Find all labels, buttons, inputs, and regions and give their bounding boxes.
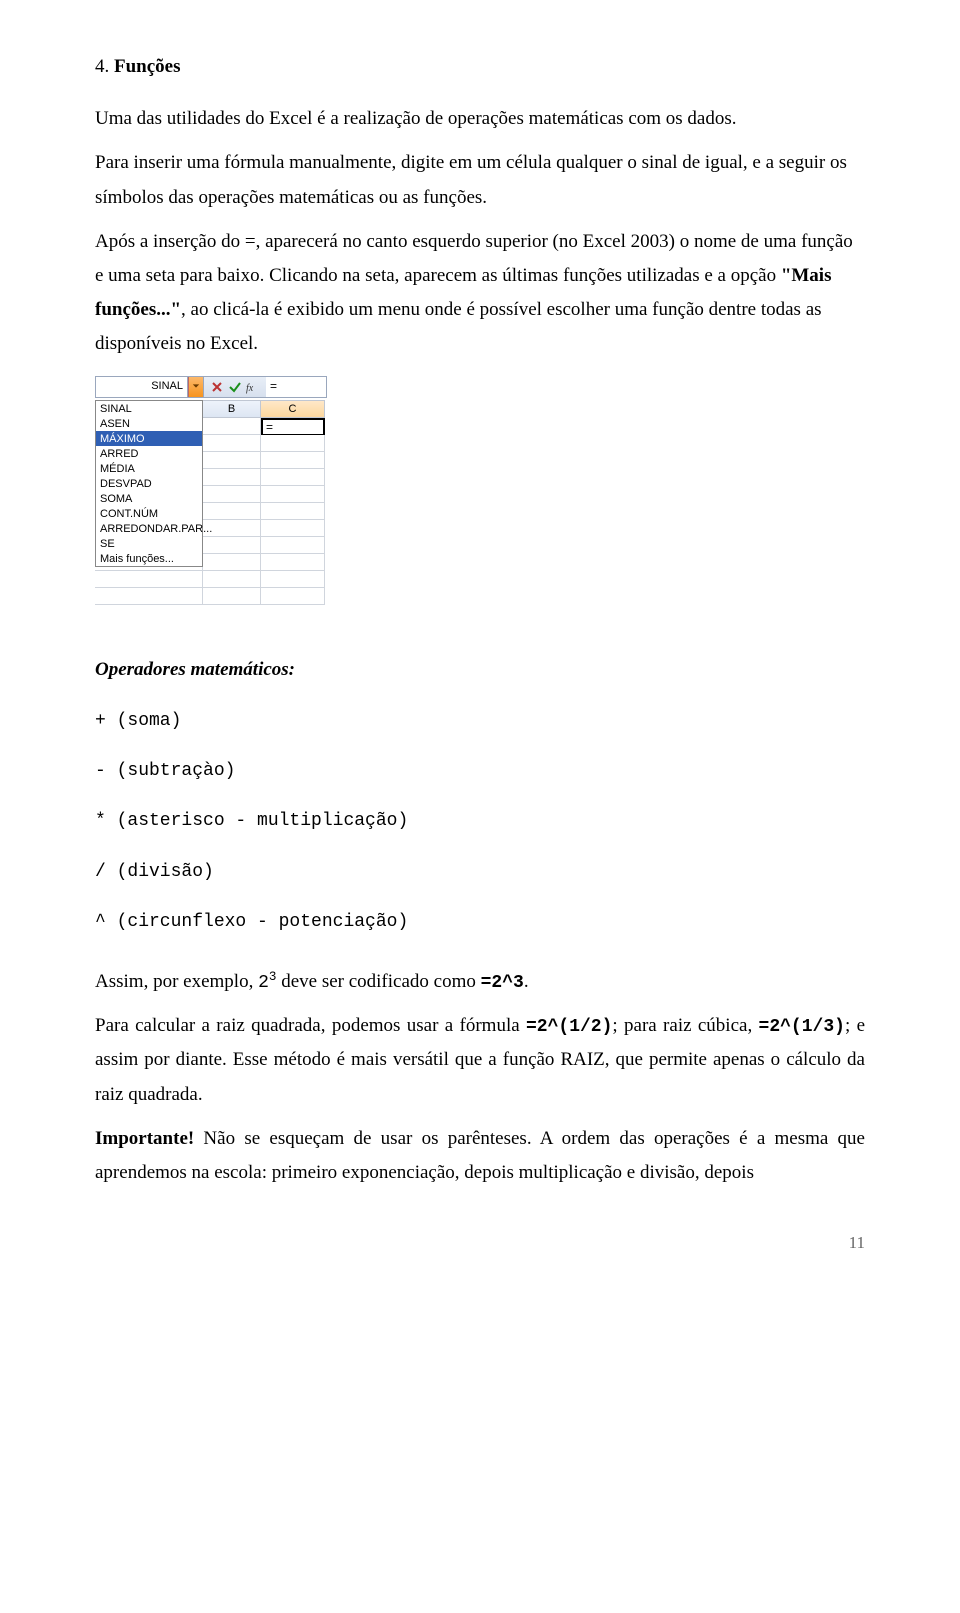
paragraph: Para inserir uma fórmula manualmente, di… (95, 146, 865, 214)
formula-input[interactable]: = (266, 377, 326, 397)
text: Não se esqueçam de usar os parênteses. A… (95, 1128, 865, 1183)
function-option[interactable]: SINAL (96, 401, 202, 416)
column-header-C[interactable]: C (261, 400, 325, 418)
page-number: 11 (95, 1200, 865, 1259)
code-inline: 23 (258, 973, 276, 993)
function-option[interactable]: ARREDONDAR.PAR... (96, 521, 202, 536)
cell[interactable] (203, 486, 261, 503)
function-option[interactable]: DESVPAD (96, 476, 202, 491)
base: 2 (258, 973, 269, 993)
operator-item: + (soma) (95, 705, 865, 737)
code-inline: =2^3 (481, 973, 524, 993)
cell[interactable] (261, 537, 325, 554)
operator-item: - (subtraçào) (95, 755, 865, 787)
function-option[interactable]: SE (96, 536, 202, 551)
function-option[interactable]: SOMA (96, 491, 202, 506)
cell[interactable] (261, 571, 325, 588)
text: Após a inserção do =, aparecerá no canto… (95, 231, 853, 286)
svg-text:fx: fx (246, 383, 254, 394)
cell[interactable] (261, 469, 325, 486)
paragraph: Importante! Não se esqueçam de usar os p… (95, 1122, 865, 1190)
function-option[interactable]: MÁXIMO (96, 431, 202, 446)
text: Assim, por exemplo, (95, 971, 258, 992)
cell[interactable] (203, 571, 261, 588)
column-header-B[interactable]: B (203, 400, 261, 418)
section-heading: 4. Funções (95, 50, 865, 84)
paragraph: Para calcular a raiz quadrada, podemos u… (95, 1009, 865, 1112)
cell[interactable] (95, 588, 203, 605)
cell[interactable] (261, 520, 325, 537)
text-bold: Importante! (95, 1128, 194, 1149)
function-option[interactable]: ARRED (96, 446, 202, 461)
row (95, 571, 327, 588)
cell[interactable] (203, 588, 261, 605)
chevron-down-icon (192, 376, 200, 398)
cell[interactable] (261, 503, 325, 520)
cell[interactable] (203, 537, 261, 554)
text: ; para raiz cúbica, (612, 1015, 758, 1036)
cancel-icon[interactable] (210, 380, 224, 394)
cell[interactable] (261, 452, 325, 469)
cell[interactable] (261, 435, 325, 452)
formula-bar-buttons: fx (204, 377, 266, 397)
cell-B1[interactable] (203, 418, 261, 435)
text: . (524, 971, 529, 992)
row (95, 588, 327, 605)
text: , ao clicá-la é exibido um menu onde é p… (95, 299, 822, 354)
operator-item: / (divisão) (95, 856, 865, 888)
fx-icon[interactable]: fx (246, 380, 260, 394)
document-page: 4. Funções Uma das utilidades do Excel é… (0, 0, 960, 1289)
function-option[interactable]: ASEN (96, 416, 202, 431)
paragraph: Após a inserção do =, aparecerá no canto… (95, 225, 865, 362)
excel-screenshot: SINAL fx = B (95, 376, 327, 605)
operator-item: ^ (circunflexo - potenciação) (95, 906, 865, 938)
subsection-heading: Operadores matemáticos: (95, 653, 865, 687)
cell[interactable] (95, 571, 203, 588)
check-icon[interactable] (228, 380, 242, 394)
spreadsheet-area: B C = SINALASENMÁXIMOARREDMÉDIADESVPADSO… (95, 400, 327, 605)
text: deve ser codificado como (276, 971, 480, 992)
operator-item: * (asterisco - multiplicação) (95, 805, 865, 837)
cell[interactable] (203, 503, 261, 520)
function-option[interactable]: CONT.NÚM (96, 506, 202, 521)
cell-C1-active[interactable]: = (261, 418, 325, 436)
cell[interactable] (203, 469, 261, 486)
cell[interactable] (261, 554, 325, 571)
text: Para calcular a raiz quadrada, podemos u… (95, 1015, 526, 1036)
formula-bar: SINAL fx = (95, 376, 327, 398)
name-box[interactable]: SINAL (96, 377, 188, 397)
cell[interactable] (203, 435, 261, 452)
function-dropdown[interactable]: SINALASENMÁXIMOARREDMÉDIADESVPADSOMACONT… (95, 400, 203, 567)
paragraph: Uma das utilidades do Excel é a realizaç… (95, 102, 865, 136)
paragraph: Assim, por exemplo, 23 deve ser codifica… (95, 965, 865, 999)
code-inline: =2^(1/3) (759, 1017, 845, 1037)
cell[interactable] (261, 588, 325, 605)
function-option[interactable]: Mais funções... (96, 551, 202, 566)
heading-title: Funções (114, 56, 181, 77)
function-option[interactable]: MÉDIA (96, 461, 202, 476)
name-box-dropdown[interactable] (188, 377, 204, 397)
cell[interactable] (203, 554, 261, 571)
heading-number: 4. (95, 56, 109, 77)
code-inline: =2^(1/2) (526, 1017, 612, 1037)
cell[interactable] (203, 452, 261, 469)
cell[interactable] (261, 486, 325, 503)
